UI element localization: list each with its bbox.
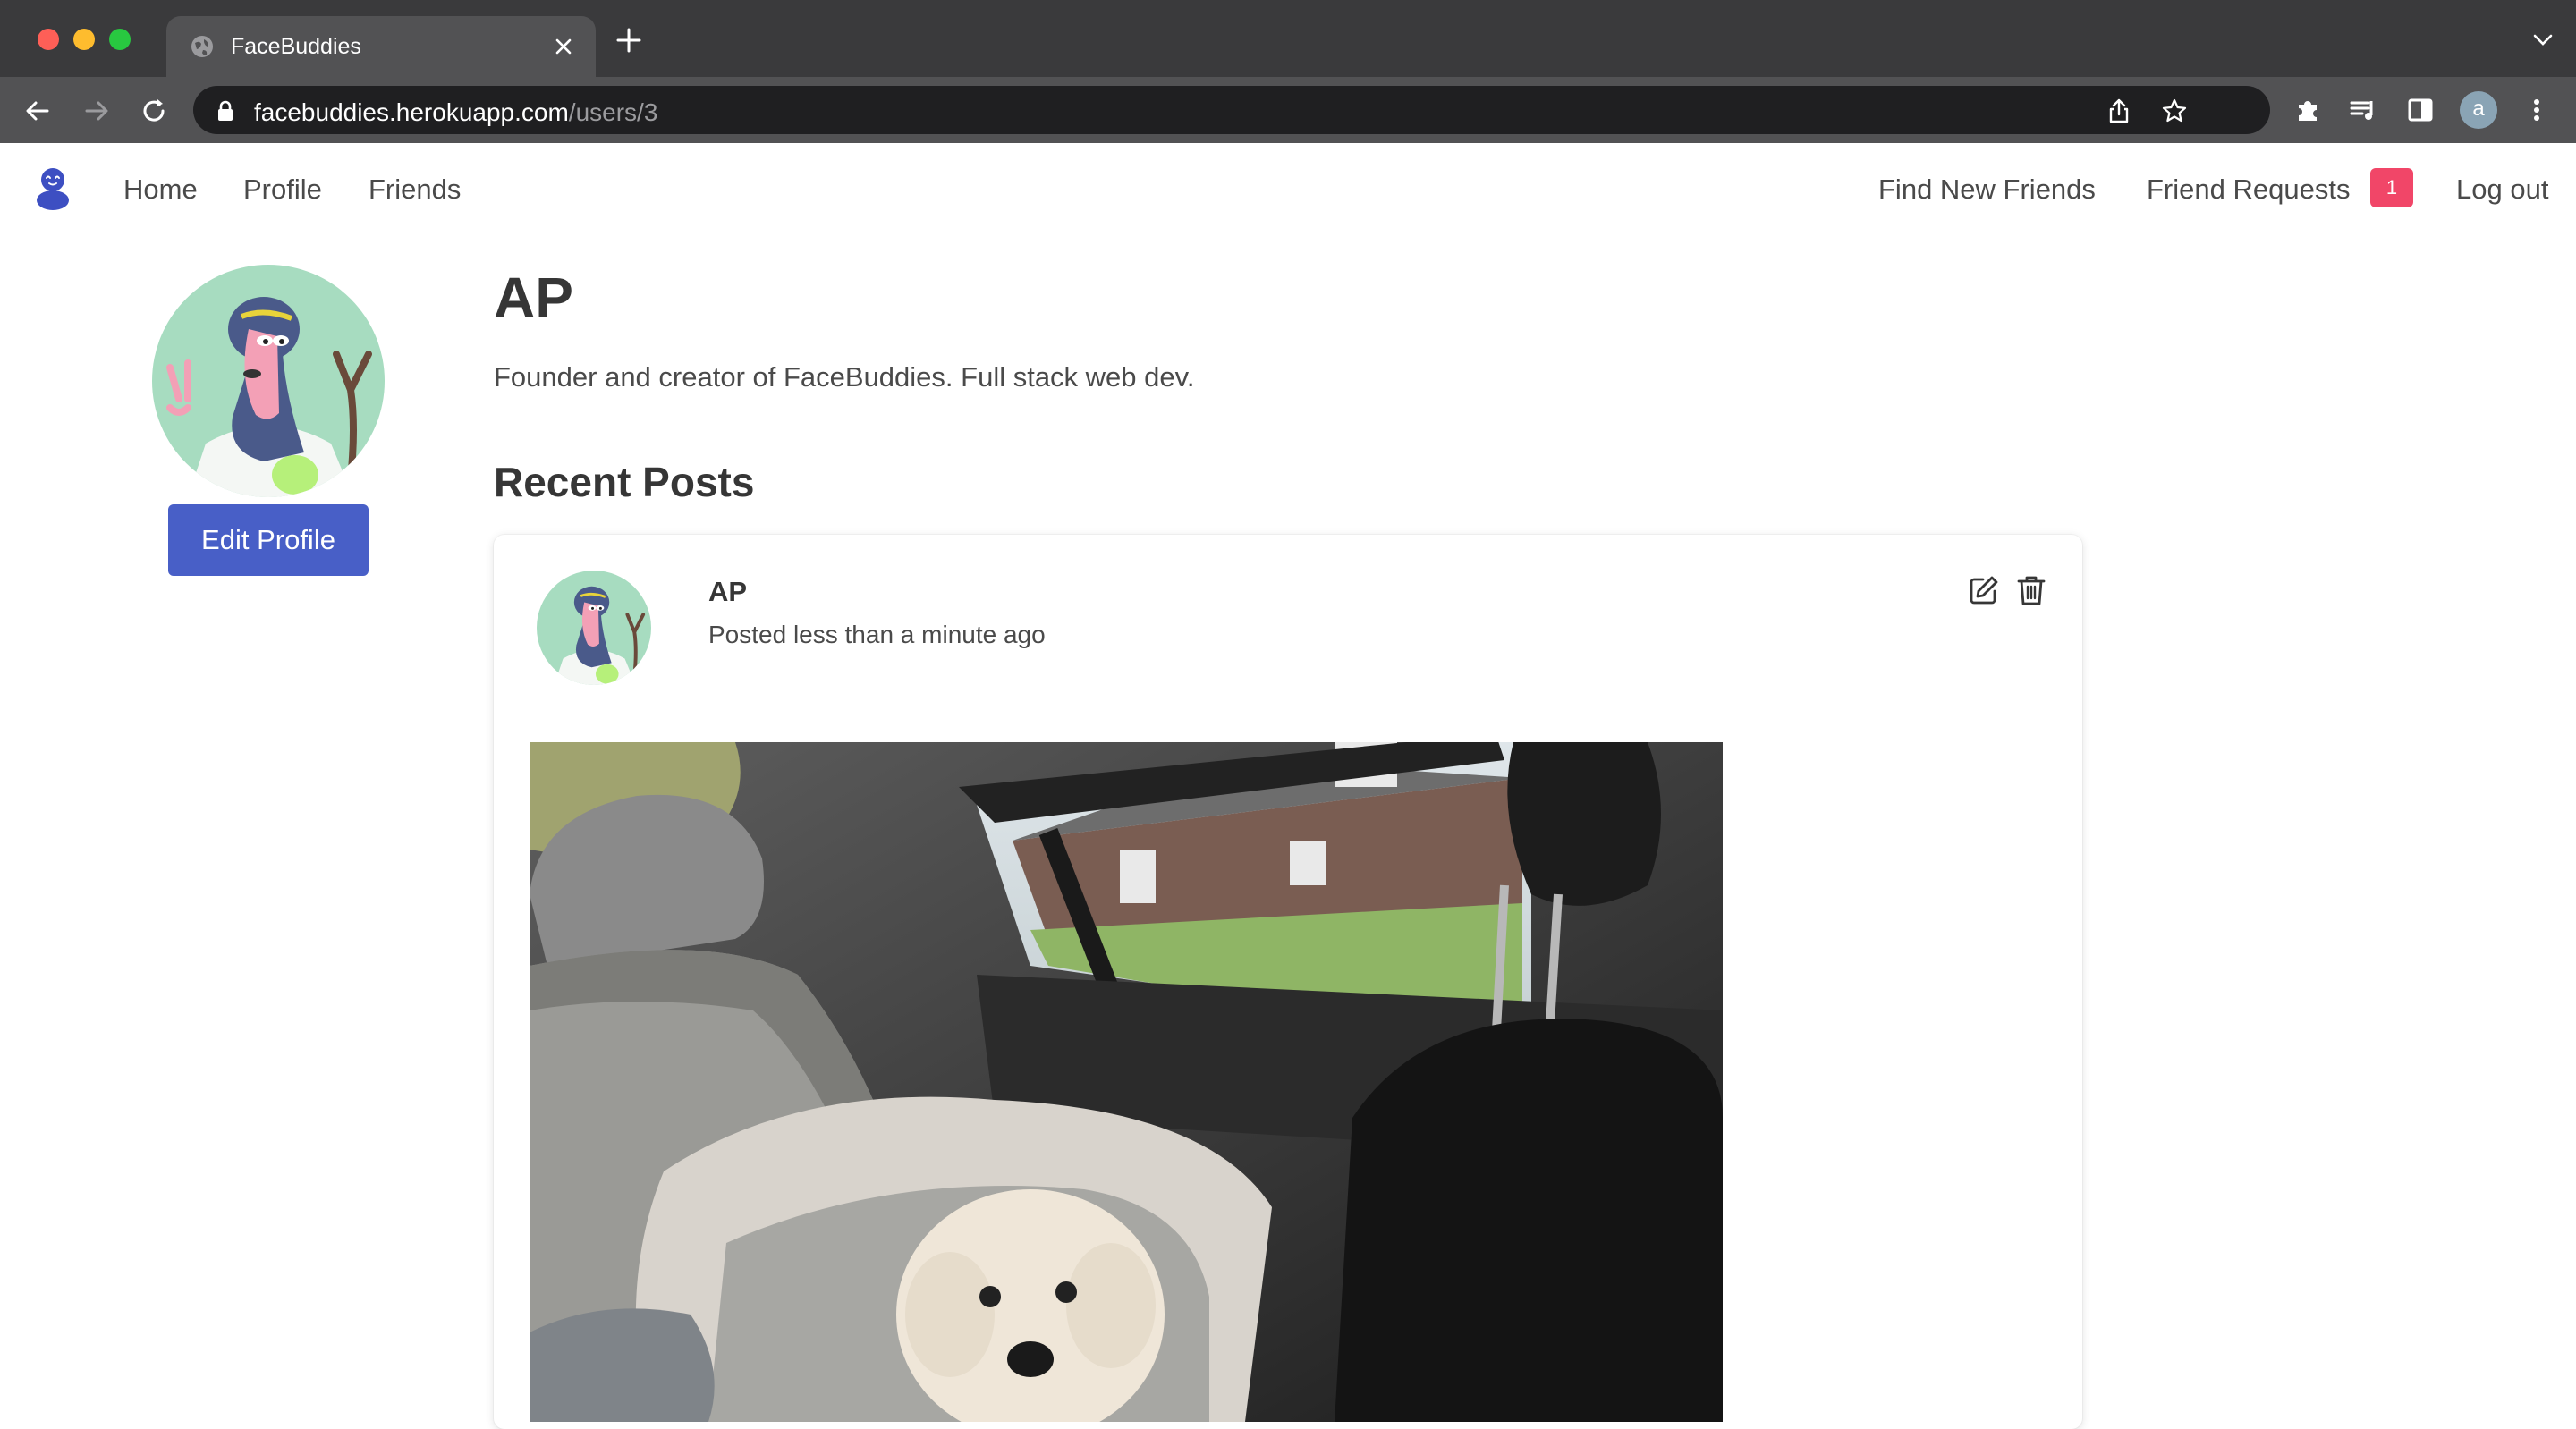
profile-name: AP — [494, 266, 573, 330]
plus-icon[interactable] — [615, 27, 642, 54]
browser-profile-avatar[interactable]: a — [2460, 91, 2497, 129]
recent-posts-title: Recent Posts — [494, 459, 755, 505]
maximize-window-button[interactable] — [109, 29, 131, 50]
avatar-illustration — [537, 571, 651, 685]
close-icon[interactable] — [551, 34, 576, 59]
tab-title: FaceBuddies — [231, 34, 361, 59]
globe-icon — [191, 36, 213, 57]
close-window-button[interactable] — [38, 29, 59, 50]
dog-in-car-photo — [530, 742, 1723, 1422]
sidepanel-icon[interactable] — [2406, 96, 2435, 124]
post-card: AP Posted less than a minute ago — [494, 535, 2082, 1429]
minimize-window-button[interactable] — [73, 29, 95, 50]
share-icon[interactable] — [2106, 97, 2132, 124]
media-icon[interactable] — [2349, 96, 2377, 124]
brand-logo-icon[interactable] — [34, 165, 72, 211]
browser-tab[interactable]: FaceBuddies — [166, 16, 596, 77]
browser-toolbar: facebuddies.herokuapp.com/users/3 a — [0, 77, 2576, 143]
nav-logout-link[interactable]: Log out — [2456, 173, 2548, 206]
nav-find-friends-link[interactable]: Find New Friends — [1878, 173, 2096, 206]
browser-tabstrip: FaceBuddies — [0, 0, 2576, 77]
nav-home-link[interactable]: Home — [123, 173, 198, 206]
address-bar[interactable]: facebuddies.herokuapp.com/users/3 — [193, 86, 2270, 134]
post-author-avatar[interactable] — [537, 571, 651, 685]
edit-profile-button[interactable]: Edit Profile — [168, 504, 369, 576]
post-timestamp: Posted less than a minute ago — [708, 621, 1046, 648]
avatar-illustration — [152, 265, 385, 497]
back-icon[interactable] — [23, 97, 52, 125]
star-icon[interactable] — [2161, 97, 2188, 124]
reload-icon[interactable] — [140, 97, 168, 125]
url-text[interactable]: facebuddies.herokuapp.com/users/3 — [254, 98, 657, 127]
post-author-name[interactable]: AP — [708, 576, 747, 608]
nav-profile-link[interactable]: Profile — [243, 173, 322, 206]
trash-icon[interactable] — [2016, 574, 2046, 606]
lock-icon[interactable] — [216, 100, 234, 122]
friend-requests-badge[interactable]: 1 — [2370, 168, 2413, 207]
extensions-icon[interactable] — [2293, 96, 2322, 124]
post-image — [530, 742, 1723, 1422]
edit-icon[interactable] — [1968, 574, 2000, 606]
nav-friends-link[interactable]: Friends — [369, 173, 461, 206]
profile-avatar — [152, 265, 385, 497]
nav-friend-requests-link[interactable]: Friend Requests — [2147, 173, 2350, 206]
forward-icon[interactable] — [82, 97, 111, 125]
chevron-down-icon[interactable] — [2533, 34, 2553, 47]
more-icon[interactable] — [2522, 96, 2551, 124]
app-navbar: Home Profile Friends Find New Friends Fr… — [0, 143, 2576, 238]
profile-bio: Founder and creator of FaceBuddies. Full… — [494, 361, 1195, 393]
